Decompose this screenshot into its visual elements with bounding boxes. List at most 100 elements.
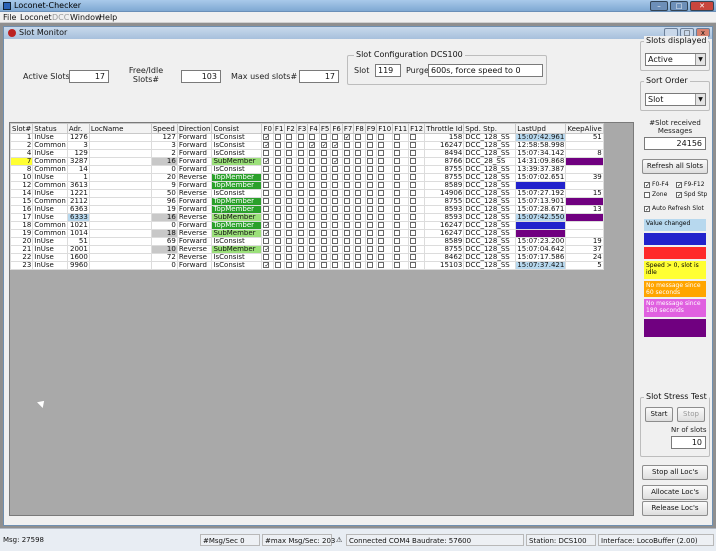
- checkbox-unchecked-icon[interactable]: [274, 134, 281, 140]
- checkbox-unchecked-icon[interactable]: [332, 206, 339, 212]
- checkbox-unchecked-icon[interactable]: [274, 246, 281, 252]
- checkbox-unchecked-icon[interactable]: [309, 150, 316, 156]
- checkbox-unchecked-icon[interactable]: [263, 254, 270, 260]
- checkbox-unchecked-icon[interactable]: [355, 134, 362, 140]
- checkbox-unchecked-icon[interactable]: [343, 238, 350, 244]
- checkbox-unchecked-icon[interactable]: [378, 206, 385, 212]
- stop-all-locs-button[interactable]: Stop all Loc's: [642, 465, 708, 480]
- checkbox-unchecked-icon[interactable]: [309, 238, 316, 244]
- grid-column-header[interactable]: F4: [307, 123, 320, 134]
- checkbox-unchecked-icon[interactable]: [309, 262, 316, 268]
- checkbox-unchecked-icon[interactable]: [332, 262, 339, 268]
- checkbox-unchecked-icon[interactable]: [355, 150, 362, 156]
- checkbox-unchecked-icon[interactable]: [366, 174, 373, 180]
- checkbox-unchecked-icon[interactable]: [274, 198, 281, 204]
- grid-column-header[interactable]: Status: [32, 123, 68, 134]
- checkbox-unchecked-icon[interactable]: [320, 254, 327, 260]
- option-checkbox[interactable]: ✓ F0-F4: [644, 181, 669, 188]
- grid-column-header[interactable]: F5: [318, 123, 332, 134]
- checkbox-unchecked-icon[interactable]: [394, 222, 401, 228]
- checkbox-unchecked-icon[interactable]: [332, 198, 339, 204]
- checkbox-unchecked-icon[interactable]: [366, 222, 373, 228]
- checkbox-unchecked-icon[interactable]: [366, 238, 373, 244]
- checkbox-unchecked-icon[interactable]: [286, 214, 293, 220]
- checkbox-unchecked-icon[interactable]: [320, 134, 327, 140]
- checkbox-unchecked-icon[interactable]: [309, 214, 316, 220]
- checkbox-unchecked-icon[interactable]: [355, 174, 362, 180]
- checkbox-unchecked-icon[interactable]: [343, 198, 350, 204]
- grid-column-header[interactable]: F6: [330, 123, 343, 134]
- checkbox-unchecked-icon[interactable]: [410, 246, 417, 252]
- checkbox-unchecked-icon[interactable]: [309, 230, 316, 236]
- checkbox-unchecked-icon[interactable]: [274, 222, 281, 228]
- checkbox-checked-icon[interactable]: ✓: [320, 142, 327, 149]
- checkbox-unchecked-icon[interactable]: [297, 142, 304, 148]
- checkbox-unchecked-icon[interactable]: [274, 214, 281, 220]
- checkbox-unchecked-icon[interactable]: [274, 174, 281, 180]
- table-row[interactable]: 15 Common 2112 96 Forward TopMember 8755 DCC_12…: [10, 197, 604, 206]
- checkbox-unchecked-icon[interactable]: [274, 142, 281, 148]
- checkbox-unchecked-icon[interactable]: [286, 254, 293, 260]
- checkbox-unchecked-icon[interactable]: [286, 142, 293, 148]
- grid-column-header[interactable]: Spd. Stp.: [463, 123, 517, 134]
- checkbox-unchecked-icon[interactable]: [309, 182, 316, 188]
- checkbox-checked-icon[interactable]: ✓: [263, 230, 269, 237]
- checkbox-unchecked-icon[interactable]: [343, 262, 350, 268]
- checkbox-unchecked-icon[interactable]: [286, 174, 293, 180]
- checkbox-unchecked-icon[interactable]: [378, 182, 385, 188]
- checkbox-checked-icon[interactable]: ✓: [332, 142, 338, 149]
- checkbox-unchecked-icon[interactable]: [355, 238, 362, 244]
- table-row[interactable]: 2 Common 3 3 Forward IsConsist ✓ ✓ ✓ ✓ 16247 DCC_12…: [10, 141, 604, 150]
- checkbox-unchecked-icon[interactable]: [274, 182, 281, 188]
- checkbox-unchecked-icon[interactable]: [286, 206, 293, 212]
- slots-displayed-select[interactable]: Active ▼: [645, 53, 706, 66]
- checkbox-unchecked-icon[interactable]: [378, 158, 385, 164]
- checkbox-unchecked-icon[interactable]: [320, 238, 327, 244]
- table-row[interactable]: 20 InUse 51 69 Forward IsConsist 8589 DCC_128_S…: [10, 237, 604, 246]
- grid-column-header[interactable]: F7: [341, 123, 355, 134]
- checkbox-unchecked-icon[interactable]: [274, 206, 281, 212]
- table-row[interactable]: 12 Common 3613 9 Forward TopMember 8589 DCC_128…: [10, 181, 604, 190]
- checkbox-unchecked-icon[interactable]: [366, 230, 373, 236]
- grid-column-header[interactable]: Speed: [150, 123, 178, 134]
- minimize-button[interactable]: –: [650, 1, 668, 11]
- allocate-locs-button[interactable]: Allocate Loc's: [642, 485, 708, 500]
- table-row[interactable]: 10 InUse 1 20 Reverse TopMember 8755 DCC_128_SS…: [10, 173, 604, 182]
- checkbox-unchecked-icon[interactable]: [332, 230, 339, 236]
- checkbox-unchecked-icon[interactable]: [332, 254, 339, 260]
- checkbox-unchecked-icon[interactable]: [378, 246, 385, 252]
- grid-column-header[interactable]: Slot#: [10, 123, 34, 134]
- checkbox-unchecked-icon[interactable]: [343, 214, 350, 220]
- grid-column-header[interactable]: F1: [272, 123, 286, 134]
- checkbox-unchecked-icon[interactable]: [410, 222, 417, 228]
- checkbox-unchecked-icon[interactable]: [394, 214, 401, 220]
- checkbox-unchecked-icon[interactable]: [263, 174, 270, 180]
- checkbox-unchecked-icon[interactable]: [320, 174, 327, 180]
- checkbox-unchecked-icon[interactable]: [286, 238, 293, 244]
- checkbox-unchecked-icon[interactable]: [286, 230, 293, 236]
- checkbox-unchecked-icon[interactable]: [297, 134, 304, 140]
- checkbox-unchecked-icon[interactable]: [410, 230, 417, 236]
- checkbox-unchecked-icon[interactable]: [309, 174, 316, 180]
- checkbox-unchecked-icon[interactable]: [366, 182, 373, 188]
- checkbox-checked-icon[interactable]: ✓: [263, 158, 269, 165]
- menu-window[interactable]: Window: [70, 13, 102, 22]
- checkbox-unchecked-icon[interactable]: [410, 182, 417, 188]
- checkbox-unchecked-icon[interactable]: [378, 190, 385, 196]
- checkbox-unchecked-icon[interactable]: [343, 142, 350, 148]
- checkbox-unchecked-icon[interactable]: [286, 246, 293, 252]
- checkbox-unchecked-icon[interactable]: [309, 190, 316, 196]
- checkbox-unchecked-icon[interactable]: [297, 222, 304, 228]
- checkbox-unchecked-icon[interactable]: [309, 254, 316, 260]
- maximize-button[interactable]: □: [670, 1, 688, 11]
- checkbox-unchecked-icon[interactable]: [394, 174, 401, 180]
- checkbox-unchecked-icon[interactable]: [286, 134, 293, 140]
- checkbox-unchecked-icon[interactable]: [366, 198, 373, 204]
- checkbox-unchecked-icon[interactable]: [286, 198, 293, 204]
- checkbox-unchecked-icon[interactable]: [355, 198, 362, 204]
- checkbox-unchecked-icon[interactable]: [394, 134, 401, 140]
- checkbox-unchecked-icon[interactable]: [309, 158, 316, 164]
- checkbox-unchecked-icon[interactable]: [332, 134, 339, 140]
- checkbox-unchecked-icon[interactable]: [394, 182, 401, 188]
- checkbox-unchecked-icon[interactable]: [378, 174, 385, 180]
